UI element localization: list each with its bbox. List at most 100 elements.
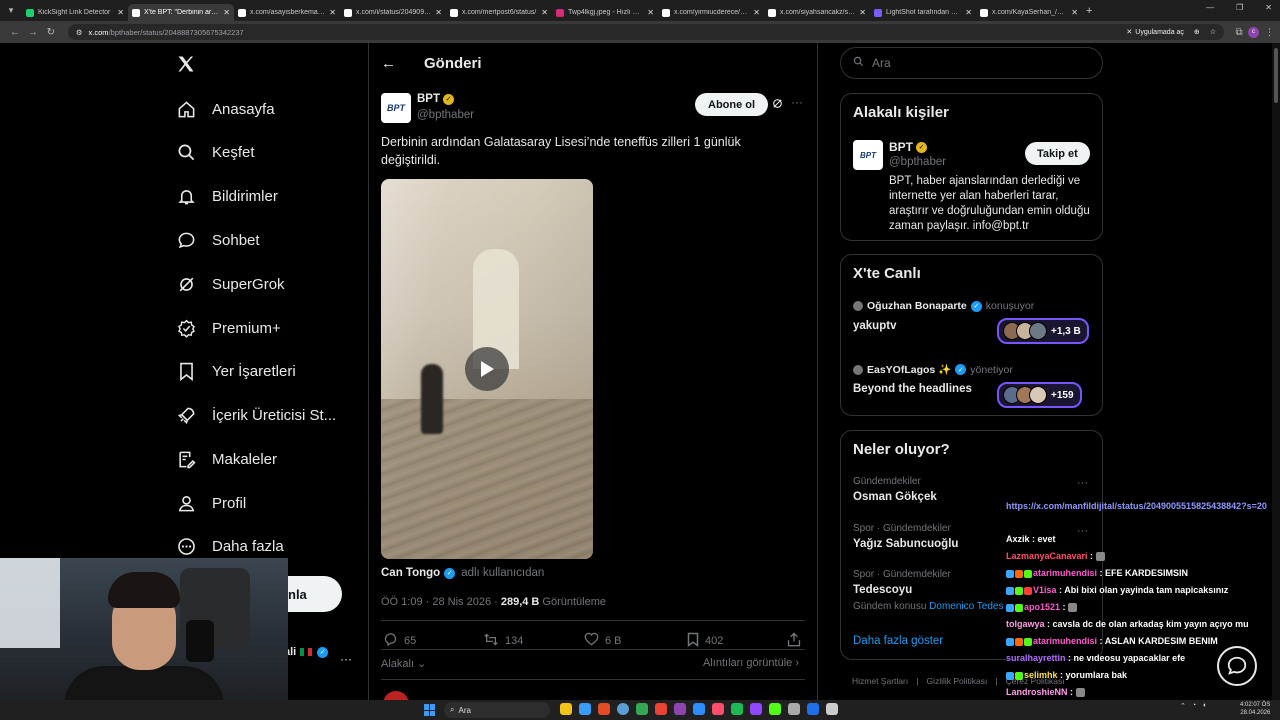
chat-username[interactable]: atarimuhendisi: [1033, 636, 1097, 646]
author-handle[interactable]: @bpthaber: [417, 109, 474, 121]
extensions-icon[interactable]: ⧉: [1230, 27, 1248, 38]
tab-close-icon[interactable]: ✕: [435, 8, 442, 17]
taskbar-app-icon[interactable]: [807, 703, 819, 715]
tab-search-icon[interactable]: ▾: [0, 0, 22, 21]
author-name[interactable]: BPT ✓: [417, 93, 454, 105]
account-switcher[interactable]: ali ✓: [284, 646, 329, 658]
post-button[interactable]: nla: [280, 576, 342, 612]
taskbar-app-icon[interactable]: [617, 703, 629, 715]
wifi-icon[interactable]: ◔: [1192, 702, 1196, 710]
view-quotes-link[interactable]: Alıntıları görüntüle ›: [703, 657, 799, 669]
related-name[interactable]: BPT ✓: [889, 140, 927, 154]
nav-item-chat[interactable]: Sohbet: [176, 225, 260, 255]
chat-username[interactable]: Axzik: [1006, 534, 1030, 544]
grok-icon[interactable]: [771, 97, 784, 113]
trend-name[interactable]: Yağız Sabuncuoğlu: [853, 538, 958, 550]
account-more-icon[interactable]: ···: [340, 652, 352, 666]
search-input[interactable]: Ara: [840, 47, 1103, 79]
browser-tab[interactable]: LightShot tarafından Ekra ✕: [870, 4, 976, 21]
back-arrow-icon[interactable]: ←: [381, 55, 396, 72]
minimize-icon[interactable]: —: [1206, 3, 1214, 12]
browser-menu-icon[interactable]: ⋮: [1265, 27, 1274, 38]
nav-item-home[interactable]: Anasayfa: [176, 94, 275, 124]
play-icon[interactable]: [465, 347, 509, 391]
nav-item-article[interactable]: Makaleler: [176, 444, 277, 474]
related-handle[interactable]: @bpthaber: [889, 156, 946, 168]
open-in-app-chip[interactable]: ✕ Uygulamada aç: [1126, 28, 1184, 37]
taskbar-app-icon[interactable]: [674, 703, 686, 715]
messages-fab[interactable]: [1217, 646, 1257, 686]
tab-close-icon[interactable]: ✕: [1071, 8, 1078, 17]
chat-username[interactable]: tolgawya: [1006, 619, 1045, 629]
browser-tab[interactable]: X'te BPT: "Derbinin ardınd ✕: [128, 4, 234, 21]
nav-item-profile[interactable]: Profil: [176, 488, 246, 518]
trend-topic-link[interactable]: Domenico Tedes: [929, 601, 1003, 612]
tab-close-icon[interactable]: ✕: [647, 8, 654, 17]
taskbar-app-icon[interactable]: [636, 703, 648, 715]
chat-username[interactable]: atarimuhendisi: [1033, 568, 1097, 578]
close-window-icon[interactable]: ✕: [1265, 3, 1272, 12]
like-button[interactable]: 6 B: [584, 632, 622, 649]
footer-privacy-link[interactable]: Gizlilik Politikası: [926, 676, 987, 686]
post-video[interactable]: [381, 179, 593, 559]
chevron-up-icon[interactable]: ⌃: [1180, 702, 1186, 710]
trend-more-icon[interactable]: ···: [1077, 477, 1088, 489]
browser-tab[interactable]: x.com/mertpost6/status/ ✕: [446, 4, 552, 21]
forward-icon[interactable]: →: [24, 27, 42, 38]
nav-item-more[interactable]: Daha fazla: [176, 531, 284, 561]
taskbar-search[interactable]: ⌕ Ara: [444, 702, 550, 718]
tab-close-icon[interactable]: ✕: [117, 8, 124, 17]
nav-item-bookmark[interactable]: Yer İşaretleri: [176, 356, 296, 386]
trend-name[interactable]: Osman Gökçek: [853, 491, 937, 503]
nav-item-bell[interactable]: Bildirimler: [176, 181, 278, 211]
taskbar-app-icon[interactable]: [560, 703, 572, 715]
nav-item-grok[interactable]: SuperGrok: [176, 269, 285, 299]
taskbar-app-icon[interactable]: [750, 703, 762, 715]
zoom-icon[interactable]: ⊕: [1194, 28, 1200, 36]
taskbar-clock[interactable]: 4:02:07 ÖS 28.04.2026: [1240, 701, 1270, 717]
post-timestamp[interactable]: ÖÖ 1:09 · 28 Nis 2026 ·: [381, 596, 501, 608]
author-avatar[interactable]: BPT: [381, 93, 411, 123]
bookmark-button[interactable]: 402: [687, 632, 723, 650]
tab-close-icon[interactable]: ✕: [223, 8, 230, 17]
taskbar-app-icon[interactable]: [598, 703, 610, 715]
share-button[interactable]: [787, 632, 801, 650]
tab-close-icon[interactable]: ✕: [541, 8, 548, 17]
reload-icon[interactable]: ↻: [42, 27, 60, 38]
scrollbar-track[interactable]: [1272, 43, 1280, 700]
back-icon[interactable]: ←: [6, 27, 24, 38]
taskbar-app-icon[interactable]: [712, 703, 724, 715]
related-avatar[interactable]: BPT: [853, 140, 883, 170]
chat-username[interactable]: LazmanyaCanavari: [1006, 551, 1088, 561]
chat-username[interactable]: apo1521: [1024, 602, 1060, 612]
show-more-link[interactable]: Daha fazla göster: [853, 635, 943, 647]
nav-item-search[interactable]: Keşfet: [176, 137, 255, 167]
restore-icon[interactable]: ❐: [1236, 3, 1243, 12]
post-more-icon[interactable]: ···: [791, 95, 803, 109]
bookmark-star-icon[interactable]: ☆: [1210, 28, 1216, 36]
chat-username[interactable]: V1isa: [1033, 585, 1057, 595]
browser-tab[interactable]: x.com/yirmiucderece/statu ✕: [658, 4, 764, 21]
reply-button[interactable]: 65: [383, 632, 416, 650]
nav-item-premium[interactable]: Premium+: [176, 313, 281, 343]
taskbar-app-icon[interactable]: [655, 703, 667, 715]
space-listeners-pill[interactable]: +159: [997, 382, 1082, 408]
credit-name[interactable]: Can Tongo: [381, 567, 440, 579]
chat-username[interactable]: LandroshieNN: [1006, 687, 1068, 697]
space-title[interactable]: Beyond the headlines: [853, 383, 972, 395]
taskbar-app-icon[interactable]: [579, 703, 591, 715]
browser-tab[interactable]: x.com/KayaSerhan_/statu ✕: [976, 4, 1082, 21]
browser-tab[interactable]: x.com/siyahsancakz/statu ✕: [764, 4, 870, 21]
footer-terms-link[interactable]: Hizmet Şartları: [852, 676, 908, 686]
new-tab-button[interactable]: +: [1086, 5, 1092, 17]
chat-username[interactable]: selimhk: [1024, 670, 1058, 680]
repost-button[interactable]: 134: [483, 632, 523, 650]
space-listeners-pill[interactable]: +1,3 B: [997, 318, 1089, 344]
tab-close-icon[interactable]: ✕: [965, 8, 972, 17]
taskbar-app-icon[interactable]: [826, 703, 838, 715]
follow-button[interactable]: Takip et: [1025, 142, 1090, 165]
url-input[interactable]: ⚙ x.com /bpthaber/status/204888730567534…: [67, 24, 1225, 40]
space-title[interactable]: yakuptv: [853, 320, 896, 332]
browser-tab[interactable]: KickSight Link Detector ✕: [22, 4, 128, 21]
taskbar-app-icon[interactable]: [769, 703, 781, 715]
